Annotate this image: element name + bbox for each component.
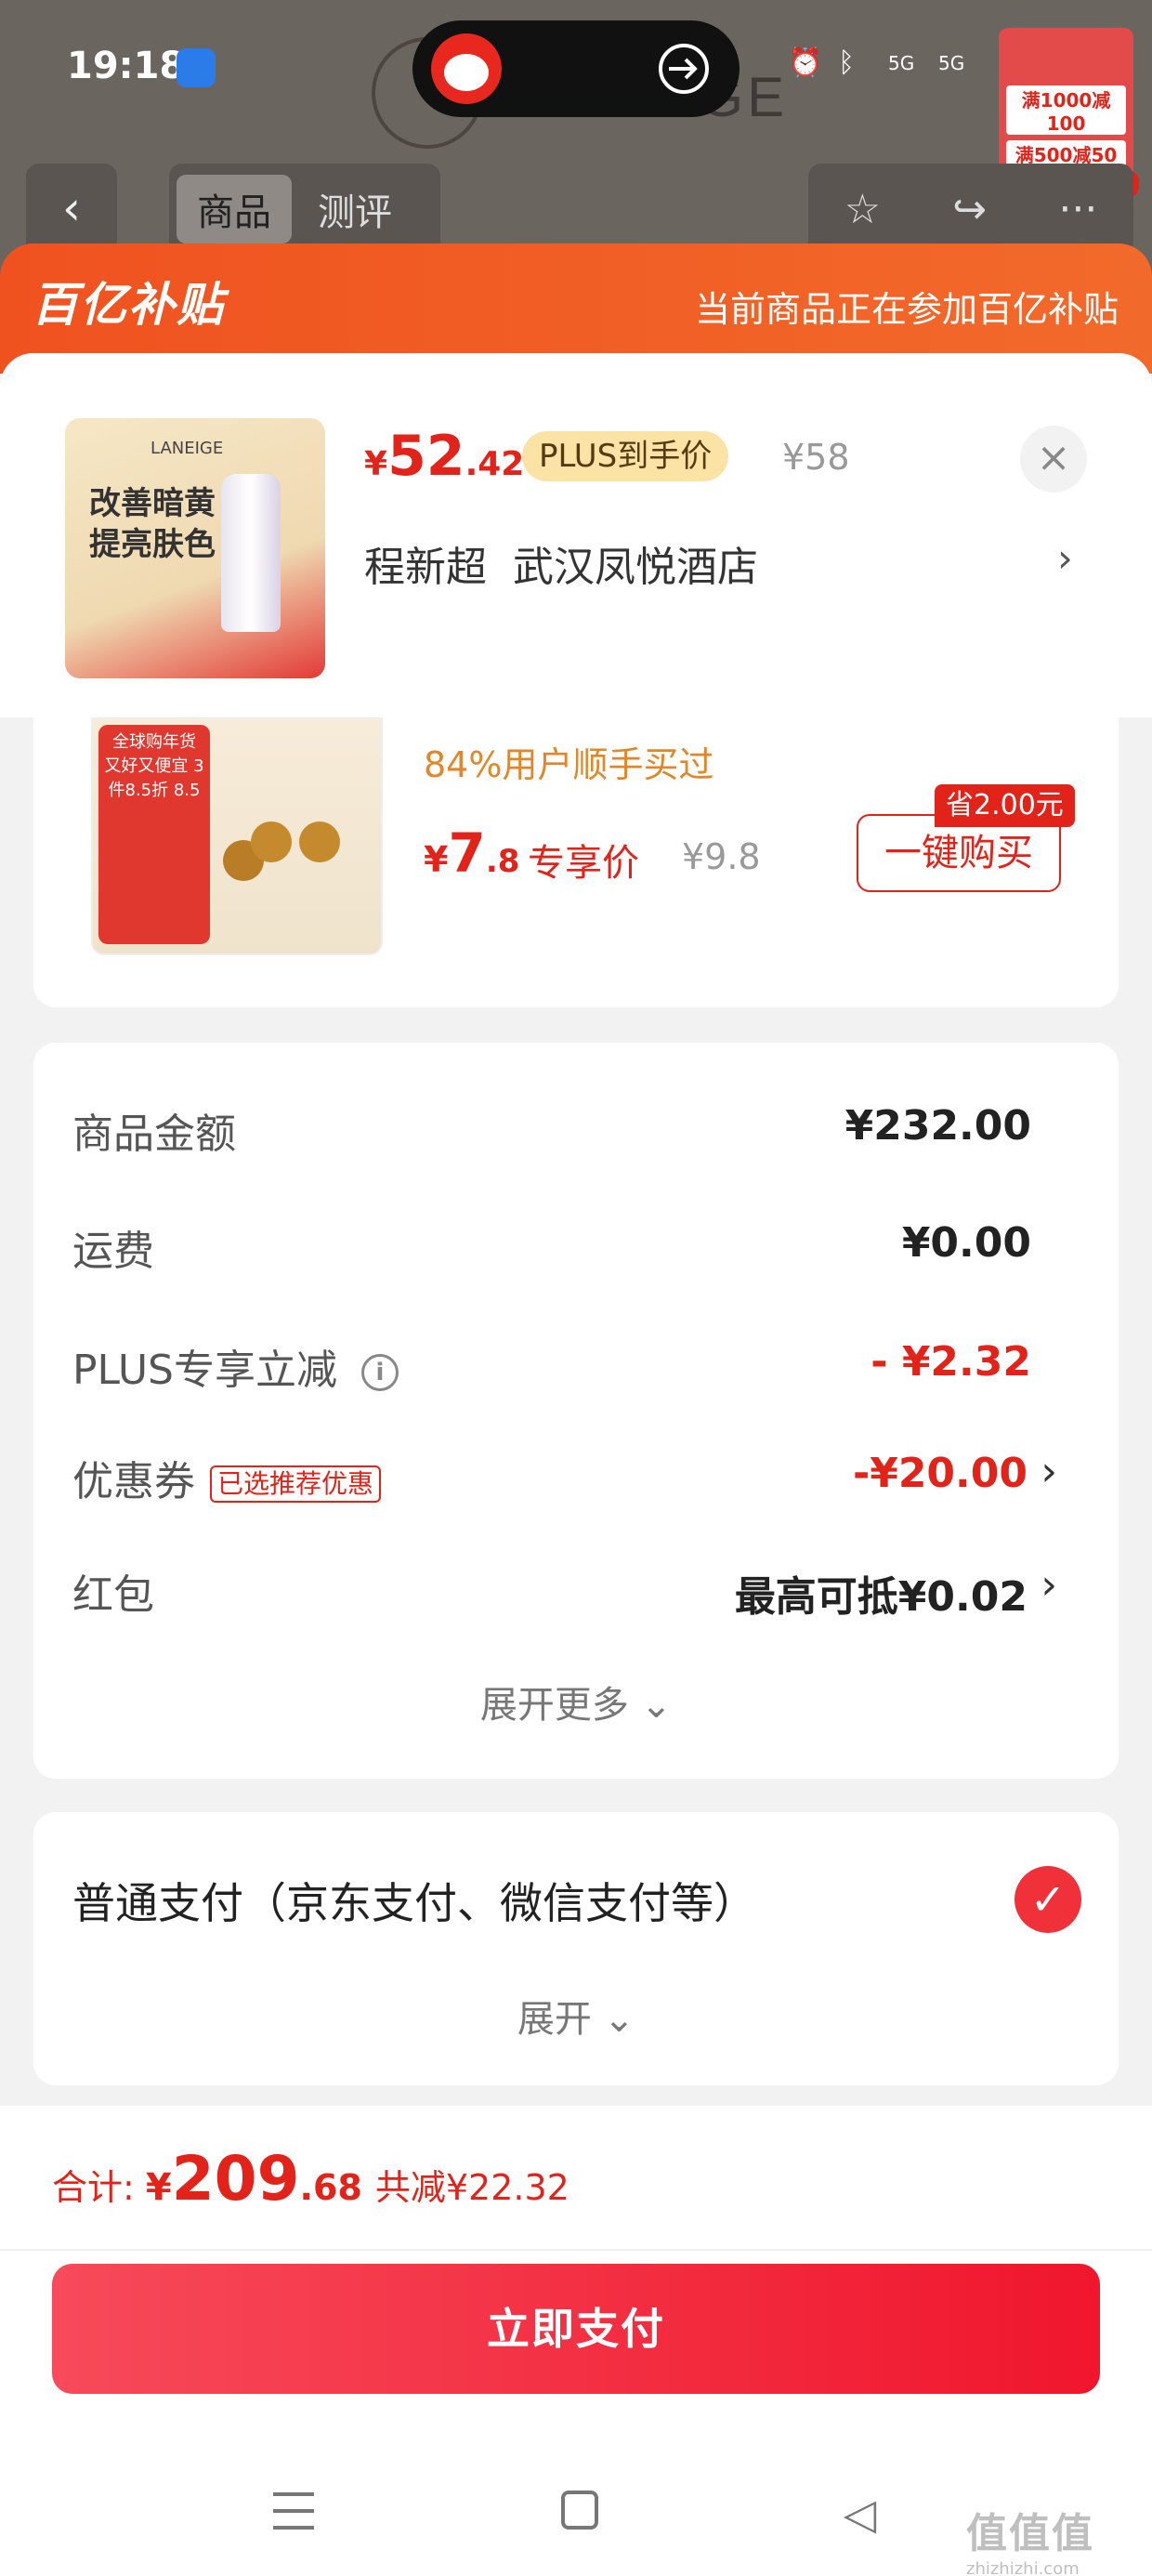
close-button[interactable]: × bbox=[1020, 426, 1087, 493]
bluetooth-icon: ᛒ bbox=[838, 46, 855, 79]
subsidy-tip: 当前商品正在参加百亿补贴 bbox=[694, 289, 1119, 330]
checkmark-icon[interactable]: ✓ bbox=[1015, 1866, 1081, 1933]
expand-more-button[interactable]: 展开更多 ⌄ bbox=[0, 1675, 1152, 1728]
status-bar: 19:18 ⏰ ᛒ 5G 5G 76 bbox=[0, 0, 1152, 139]
share-icon[interactable]: ↪ bbox=[952, 186, 987, 233]
back-triangle-icon[interactable]: ◁ bbox=[844, 2489, 876, 2539]
coupon-label: 优惠券 已选推荐优惠 bbox=[72, 1448, 382, 1507]
app-notification-icon bbox=[177, 48, 216, 87]
thumb-tagline: 改善暗黄 提亮肤色 bbox=[89, 483, 216, 565]
rec-price-dec: .8 bbox=[485, 843, 520, 880]
expand-more-text: 展开更多 bbox=[479, 1684, 629, 1727]
signal-icon: 5G bbox=[888, 52, 915, 74]
plus-price-tag: PLUS到手价 bbox=[522, 431, 729, 481]
recommendation-image[interactable]: 全球购年货 又好又便宜 3件8.5折 8.5 bbox=[91, 717, 383, 955]
chevron-down-icon: ⌄ bbox=[640, 1684, 673, 1727]
dynamic-island[interactable] bbox=[412, 20, 740, 117]
pay-now-button[interactable]: 立即支付 bbox=[52, 2264, 1100, 2394]
chevron-right-icon[interactable]: › bbox=[1057, 535, 1073, 581]
thumb-line-2: 提亮肤色 bbox=[89, 526, 216, 563]
tab-review[interactable]: 测评 bbox=[297, 175, 412, 243]
menu-icon[interactable] bbox=[273, 2492, 314, 2530]
payment-expand-button[interactable]: 展开 ⌄ bbox=[0, 1989, 1152, 2043]
recommendation-price: ¥7.8 bbox=[424, 821, 519, 885]
watermark: 值值值 zhizhizhi.com bbox=[966, 2500, 1094, 2576]
price-int: 52 bbox=[387, 424, 465, 489]
subsidy-logo: 百亿补贴 bbox=[32, 278, 225, 332]
plus-discount-label: PLUS专享立减 i bbox=[72, 1336, 399, 1396]
fee-row-coupon[interactable]: 优惠券 已选推荐优惠 -¥20.00 › bbox=[72, 1448, 1057, 1513]
info-icon[interactable]: i bbox=[361, 1354, 399, 1391]
redpacket-label: 红包 bbox=[72, 1571, 154, 1619]
total-saved: 共减¥22.32 bbox=[374, 2167, 569, 2208]
coupon-tag: 已选推荐优惠 bbox=[210, 1465, 382, 1503]
chevron-right-icon[interactable]: › bbox=[1041, 1561, 1057, 1609]
payment-expand-text: 展开 bbox=[517, 1998, 592, 2041]
total-int: 209 bbox=[171, 2143, 300, 2215]
rec-price-currency: ¥ bbox=[424, 839, 449, 880]
address-name: 程新超 bbox=[364, 544, 487, 591]
product-tabs: 商品 测评 bbox=[169, 164, 440, 255]
payment-method-label[interactable]: 普通支付（京东支付、微信支付等） bbox=[72, 1870, 756, 1931]
status-icons: ⏰ ᛒ 5G 5G bbox=[788, 46, 972, 80]
signal-icon-2: 5G bbox=[938, 52, 965, 74]
fee-row-shipping: 运费 ¥0.00 bbox=[72, 1217, 1057, 1282]
thumb-brand: LANEIGE bbox=[151, 439, 224, 458]
save-badge: 省2.00元 bbox=[935, 784, 1075, 827]
coupon-text: 优惠券 bbox=[72, 1458, 195, 1505]
final-price: ¥52.42 bbox=[364, 424, 524, 489]
more-icon[interactable]: ··· bbox=[1058, 186, 1097, 233]
fee-row-goods: 商品金额 ¥232.00 bbox=[72, 1100, 1057, 1165]
alarm-icon: ⏰ bbox=[788, 46, 823, 79]
price-currency: ¥ bbox=[364, 445, 388, 483]
rec-price-int: 7 bbox=[448, 821, 486, 885]
total-currency: ¥ bbox=[145, 2166, 172, 2209]
exit-icon bbox=[659, 44, 709, 94]
chevron-right-icon[interactable]: › bbox=[1041, 1448, 1057, 1495]
original-price: ¥58 bbox=[782, 437, 850, 478]
payment-method-card bbox=[33, 1812, 1119, 2085]
plus-discount-text: PLUS专享立减 bbox=[72, 1347, 337, 1394]
product-thumbnail: LANEIGE 改善暗黄 提亮肤色 bbox=[65, 418, 325, 678]
shipping-value: ¥0.00 bbox=[901, 1219, 1031, 1267]
total-label: 合计: bbox=[52, 2167, 146, 2208]
star-icon[interactable]: ☆ bbox=[844, 186, 881, 233]
chocolate-image bbox=[251, 821, 292, 862]
divider bbox=[0, 2249, 1152, 2251]
price-dec: .42 bbox=[465, 445, 525, 483]
watermark-text: 值值值 bbox=[966, 2510, 1094, 2557]
recommendation-bought-text: 84%用户顺手买过 bbox=[424, 744, 714, 785]
plus-discount-value: - ¥2.32 bbox=[871, 1338, 1031, 1386]
recommendation-original-price: ¥9.8 bbox=[682, 836, 761, 877]
shipping-label: 运费 bbox=[72, 1228, 154, 1275]
address-place: 武汉凤悦酒店 bbox=[513, 544, 758, 591]
delivery-address[interactable]: 程新超 武汉凤悦酒店 bbox=[364, 533, 758, 593]
product-bottle-image bbox=[221, 474, 281, 632]
home-icon[interactable] bbox=[561, 2491, 598, 2530]
order-total: 合计: ¥209.68 共减¥22.32 bbox=[52, 2143, 569, 2215]
promo-row-1: 满1000减100 bbox=[1006, 85, 1126, 135]
back-button[interactable]: ‹ bbox=[26, 164, 117, 255]
redpacket-value: 最高可抵¥0.02 bbox=[734, 1573, 1028, 1621]
tab-product[interactable]: 商品 bbox=[177, 175, 292, 243]
coupon-value: -¥20.00 bbox=[852, 1450, 1028, 1497]
jd-mascot-icon bbox=[431, 33, 502, 104]
nav-actions: ☆ ↪ ··· bbox=[808, 164, 1133, 255]
watermark-url: zhizhizhi.com bbox=[966, 2559, 1080, 2576]
goods-amount-label: 商品金额 bbox=[72, 1111, 236, 1158]
status-time: 19:18 bbox=[67, 45, 186, 87]
thumb-line-1: 改善暗黄 bbox=[89, 485, 216, 522]
exclusive-price-label: 专享价 bbox=[528, 842, 639, 885]
total-dec: .68 bbox=[299, 2167, 362, 2208]
fee-row-redpacket[interactable]: 红包 最高可抵¥0.02 › bbox=[72, 1561, 1057, 1626]
chevron-down-icon: ⌄ bbox=[603, 1998, 635, 2041]
goods-amount-value: ¥232.00 bbox=[844, 1102, 1031, 1150]
fee-row-plus: PLUS专享立减 i - ¥2.32 bbox=[72, 1336, 1057, 1401]
recommendation-banner: 全球购年货 又好又便宜 3件8.5折 8.5 bbox=[98, 725, 210, 944]
